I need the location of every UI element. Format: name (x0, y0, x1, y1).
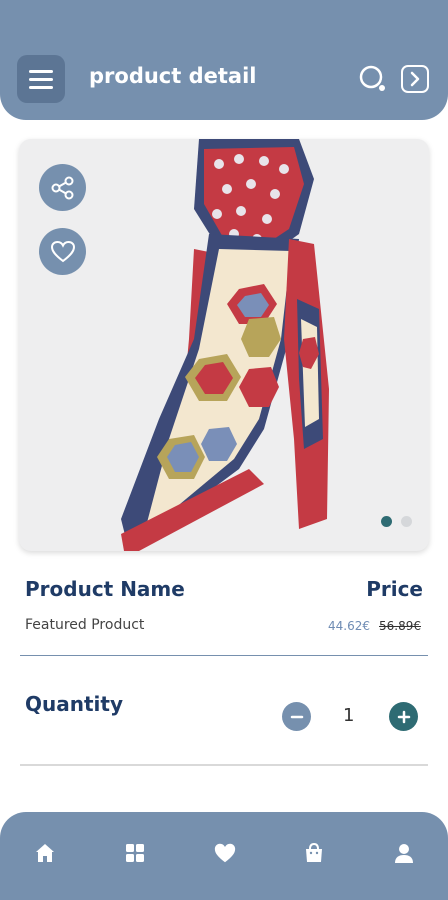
nav-home-button[interactable] (32, 840, 58, 866)
price-original: 56.89€ (379, 619, 421, 633)
home-icon (36, 844, 54, 862)
quantity-value: 1 (343, 705, 355, 726)
categories-icon (126, 844, 144, 862)
menu-button[interactable] (17, 55, 65, 103)
carousel-dot-active[interactable] (381, 516, 392, 527)
favorite-button[interactable] (39, 228, 86, 275)
menu-icon-line (29, 69, 53, 73)
minus-icon (290, 715, 303, 718)
product-name: Product Name (25, 577, 185, 601)
price-current: 44.62€ (328, 619, 370, 633)
quantity-increase-button[interactable] (389, 702, 418, 731)
divider (20, 764, 428, 766)
nav-categories-button[interactable] (122, 840, 148, 866)
plus-icon (397, 710, 410, 723)
nav-profile-button[interactable] (391, 840, 417, 866)
heart-icon (50, 240, 75, 262)
divider (20, 655, 428, 656)
share-icon (51, 176, 73, 199)
share-button[interactable] (39, 164, 86, 211)
quantity-label: Quantity (25, 692, 123, 716)
bag-icon (306, 842, 322, 862)
menu-icon-line (29, 85, 53, 89)
menu-icon-line (29, 77, 53, 81)
user-icon (395, 844, 413, 863)
carousel-indicator (381, 516, 412, 527)
arrow-right-icon[interactable] (400, 64, 430, 94)
price-title: Price (366, 577, 423, 601)
nav-cart-button[interactable] (301, 840, 327, 866)
nav-favorites-button[interactable] (212, 840, 238, 866)
product-image-carousel[interactable] (19, 139, 429, 551)
heart-icon (214, 843, 236, 863)
bottom-navigation (0, 812, 448, 900)
carousel-dot[interactable] (401, 516, 412, 527)
product-image (121, 139, 329, 551)
quantity-decrease-button[interactable] (282, 702, 311, 731)
top-app-bar: product detail (0, 0, 448, 120)
search-icon[interactable] (358, 64, 388, 94)
page-title: product detail (89, 64, 257, 88)
product-subtitle: Featured Product (25, 617, 145, 633)
